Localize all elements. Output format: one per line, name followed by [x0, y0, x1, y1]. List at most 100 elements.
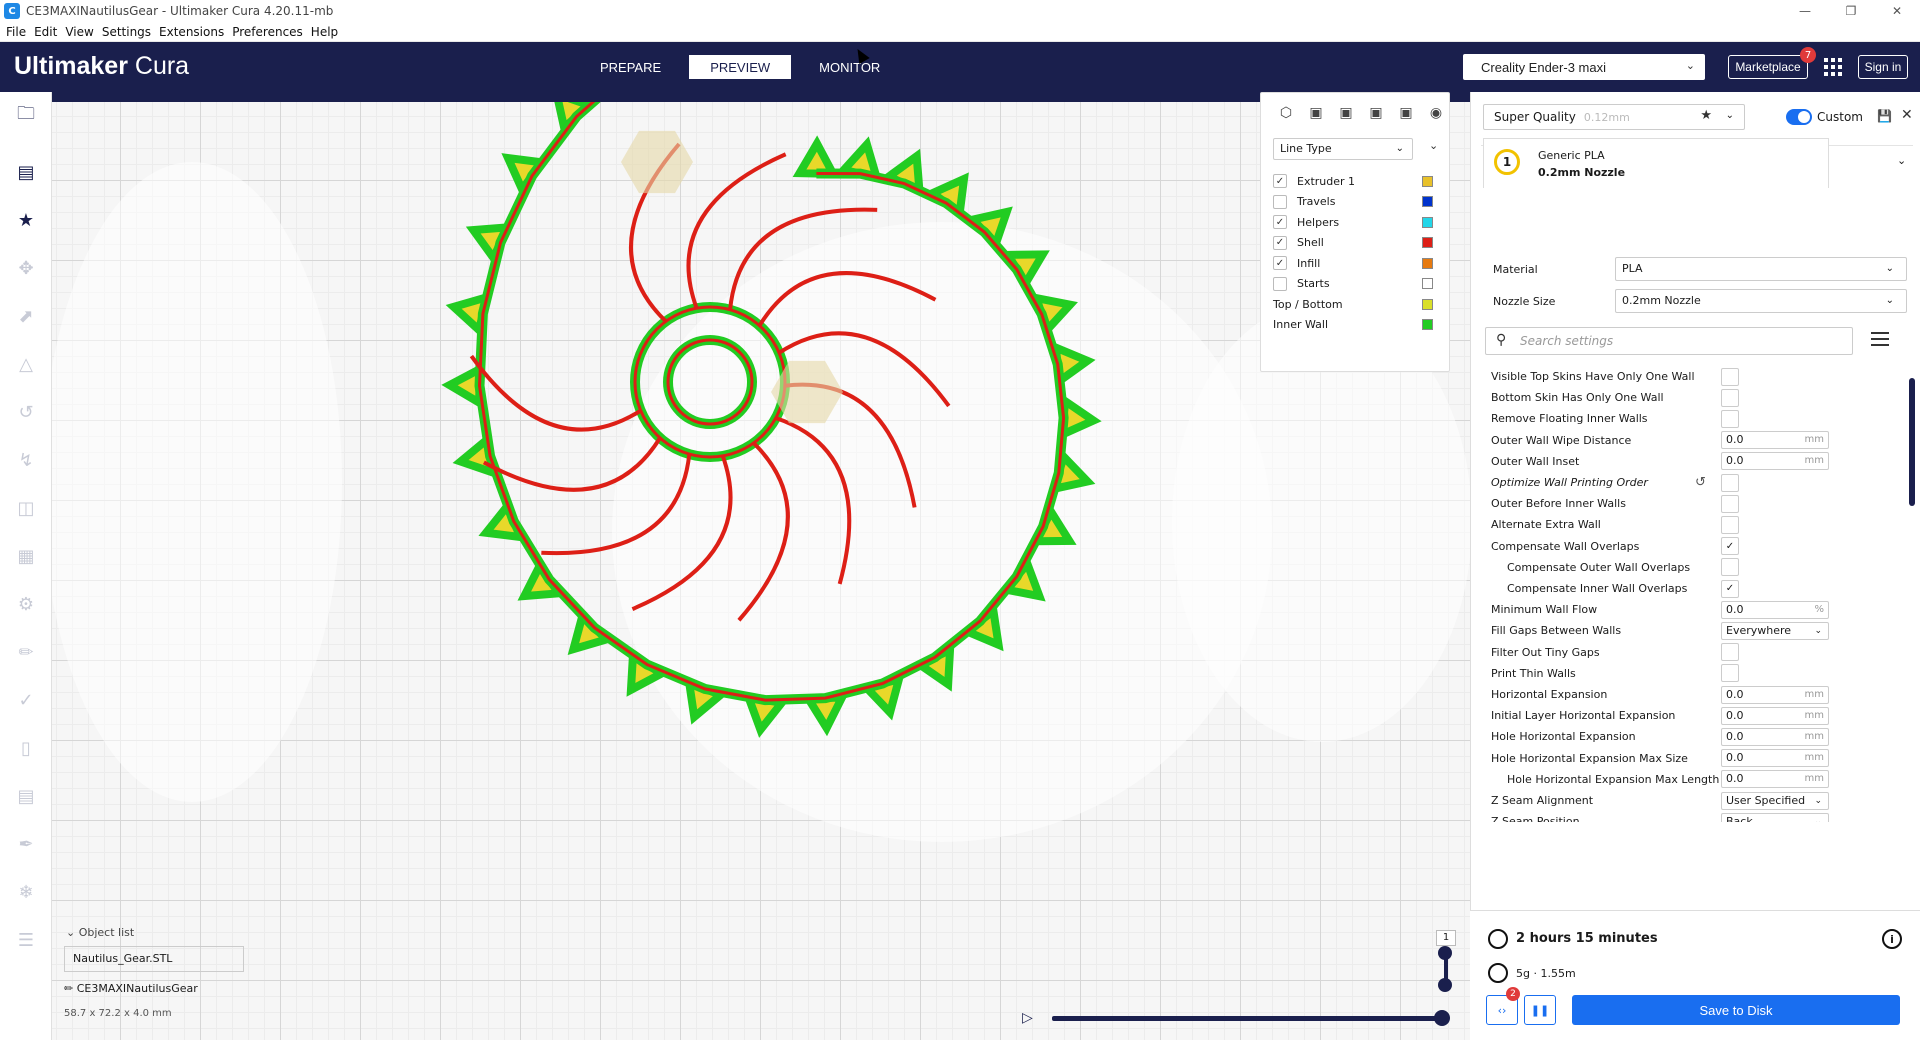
snowflake-tool[interactable]: ❄ [6, 874, 46, 910]
reset-icon[interactable]: ↺ [1695, 475, 1706, 490]
knife-tool[interactable]: ✒ [6, 826, 46, 862]
tab-prepare[interactable]: PREPARE [580, 55, 681, 79]
layer-number-input[interactable]: 1 [1436, 930, 1456, 946]
spacing-tool[interactable]: ◫ [6, 490, 46, 526]
setting-checkbox[interactable] [1721, 664, 1739, 683]
info-icon[interactable]: i [1882, 929, 1902, 949]
mirror-tool[interactable]: △ [6, 346, 46, 382]
setting-input[interactable]: 0.0 mm [1721, 727, 1829, 746]
3d-view-icon[interactable]: ⬡ [1271, 105, 1301, 121]
tab-monitor[interactable]: MONITOR [799, 55, 900, 79]
material-select[interactable]: PLA ⌄ [1615, 257, 1907, 281]
legend-item[interactable]: ✓ Helpers [1273, 213, 1443, 231]
setting-input[interactable]: 0.0% [1721, 600, 1829, 619]
rotate-z-tool[interactable]: ↯ [6, 442, 46, 478]
path-slider[interactable]: ▷ [1022, 1008, 1452, 1028]
setting-checkbox[interactable] [1721, 473, 1739, 492]
star-icon[interactable]: ★ [1700, 108, 1712, 123]
legend-checkbox[interactable]: ✓ [1273, 174, 1287, 188]
menu-file[interactable]: File [6, 25, 26, 39]
slice-tool[interactable]: ☰ [6, 922, 46, 958]
move-tool[interactable]: ✥ [6, 250, 46, 286]
rotate-tool[interactable]: ↺ [6, 394, 46, 430]
front-view-icon[interactable]: ▣ [1301, 105, 1331, 121]
legend-checkbox[interactable] [1273, 194, 1287, 209]
sign-in-button[interactable]: Sign in [1858, 55, 1908, 79]
custom-toggle[interactable] [1786, 109, 1812, 125]
cylinder-tool[interactable]: ▯ [6, 730, 46, 766]
menu-edit[interactable]: Edit [34, 25, 57, 39]
setting-checkbox[interactable] [1721, 515, 1739, 534]
play-icon[interactable]: ▷ [1022, 1010, 1033, 1026]
layer-slider-upper-handle[interactable] [1438, 946, 1452, 960]
split-tool[interactable]: ▤ [6, 778, 46, 814]
maximize-icon[interactable]: ❐ [1828, 0, 1874, 22]
nautilus-gear-model[interactable] [52, 102, 1470, 1040]
object-list-header[interactable]: ⌄ Object list [66, 926, 134, 939]
extruder-tab[interactable]: 1 Generic PLA 0.2mm Nozzle [1483, 138, 1829, 188]
legend-checkbox[interactable]: ✓ [1273, 215, 1287, 229]
close-window-icon[interactable]: ✕ [1874, 0, 1920, 22]
legend-checkbox[interactable] [1273, 276, 1287, 291]
chevron-down-icon[interactable]: ⌄ [1897, 154, 1906, 167]
support-tool[interactable]: ⚙ [6, 586, 46, 622]
setting-checkbox[interactable]: ✓ [1721, 579, 1739, 598]
legend-item[interactable]: ✓ Infill [1273, 254, 1443, 272]
object-list-button[interactable]: ▤ [6, 154, 46, 190]
setting-checkbox[interactable]: ✓ [1721, 537, 1739, 556]
path-slider-track[interactable] [1052, 1016, 1442, 1021]
paint-tool[interactable]: ✓ [6, 682, 46, 718]
scale-tool[interactable]: ⬈ [6, 298, 46, 334]
setting-checkbox[interactable] [1721, 388, 1739, 407]
right-view-icon[interactable]: ▣ [1391, 105, 1421, 121]
layer-slider-lower-handle[interactable] [1438, 978, 1452, 992]
path-slider-handle[interactable] [1434, 1010, 1450, 1026]
menu-view[interactable]: View [65, 25, 93, 39]
collapse-chevron-icon[interactable]: ⌄ [1429, 139, 1438, 152]
arrange-tool[interactable]: ▦ [6, 538, 46, 574]
setting-input[interactable]: 0.0 mm [1721, 749, 1829, 768]
legend-item[interactable]: ✓ Extruder 1 [1273, 172, 1443, 190]
legend-item[interactable]: Starts [1273, 275, 1443, 293]
setting-input[interactable]: 0.0 mm [1721, 770, 1829, 789]
setting-checkbox[interactable] [1721, 367, 1739, 386]
top-view-icon[interactable]: ▣ [1331, 105, 1361, 121]
setting-select[interactable]: Back ⌄ [1721, 812, 1829, 822]
menu-settings[interactable]: Settings [102, 25, 151, 39]
setting-input[interactable]: 0.0 mm [1721, 431, 1829, 450]
nozzle-select[interactable]: 0.2mm Nozzle ⌄ [1615, 289, 1907, 313]
settings-menu-icon[interactable] [1871, 332, 1889, 346]
menu-help[interactable]: Help [311, 25, 338, 39]
setting-input[interactable]: 0.0 mm [1721, 452, 1829, 471]
menu-preferences[interactable]: Preferences [232, 25, 303, 39]
close-icon[interactable]: ✕ [1901, 107, 1913, 123]
minimize-icon[interactable]: — [1782, 0, 1828, 22]
save-to-disk-button[interactable]: Save to Disk [1572, 995, 1900, 1025]
search-settings-input[interactable]: ⚲ Search settings [1485, 327, 1853, 355]
tab-preview[interactable]: PREVIEW [689, 55, 792, 79]
legend-item[interactable]: ✓ Shell [1273, 234, 1443, 252]
3d-viewport[interactable] [52, 102, 1470, 1040]
save-profile-icon[interactable]: 💾 [1877, 109, 1892, 123]
color-scheme-select[interactable]: Line Type ⌄ [1273, 138, 1413, 160]
marketplace-button[interactable]: Marketplace [1728, 55, 1808, 79]
setting-select[interactable]: User Specified ⌄ [1721, 791, 1829, 810]
setting-input[interactable]: 0.0 mm [1721, 685, 1829, 704]
project-name[interactable]: ✏ CE3MAXINautilusGear [64, 982, 198, 995]
setting-select[interactable]: Everywhere ⌄ [1721, 621, 1829, 640]
settings-scrollbar[interactable] [1909, 378, 1915, 506]
setting-input[interactable]: 0.0 mm [1721, 706, 1829, 725]
setting-checkbox[interactable] [1721, 494, 1739, 513]
menu-extensions[interactable]: Extensions [159, 25, 224, 39]
setting-checkbox[interactable] [1721, 409, 1739, 428]
object-file-item[interactable]: Nautilus_Gear.STL [64, 946, 244, 972]
printer-selector[interactable]: Creality Ender-3 maxi ⌄ [1463, 54, 1705, 80]
legend-checkbox[interactable]: ✓ [1273, 256, 1287, 270]
open-file-button[interactable]: 🗀 [6, 98, 46, 134]
measure-tool[interactable]: ✏ [6, 634, 46, 670]
quality-profile-select[interactable]: Super Quality 0.12mm ★ ⌄ [1483, 104, 1745, 130]
setting-checkbox[interactable] [1721, 558, 1739, 577]
legend-checkbox[interactable]: ✓ [1273, 235, 1287, 250]
marketplace-star-button[interactable]: ★ [6, 202, 46, 238]
eye-icon[interactable]: ◉ [1421, 105, 1451, 121]
